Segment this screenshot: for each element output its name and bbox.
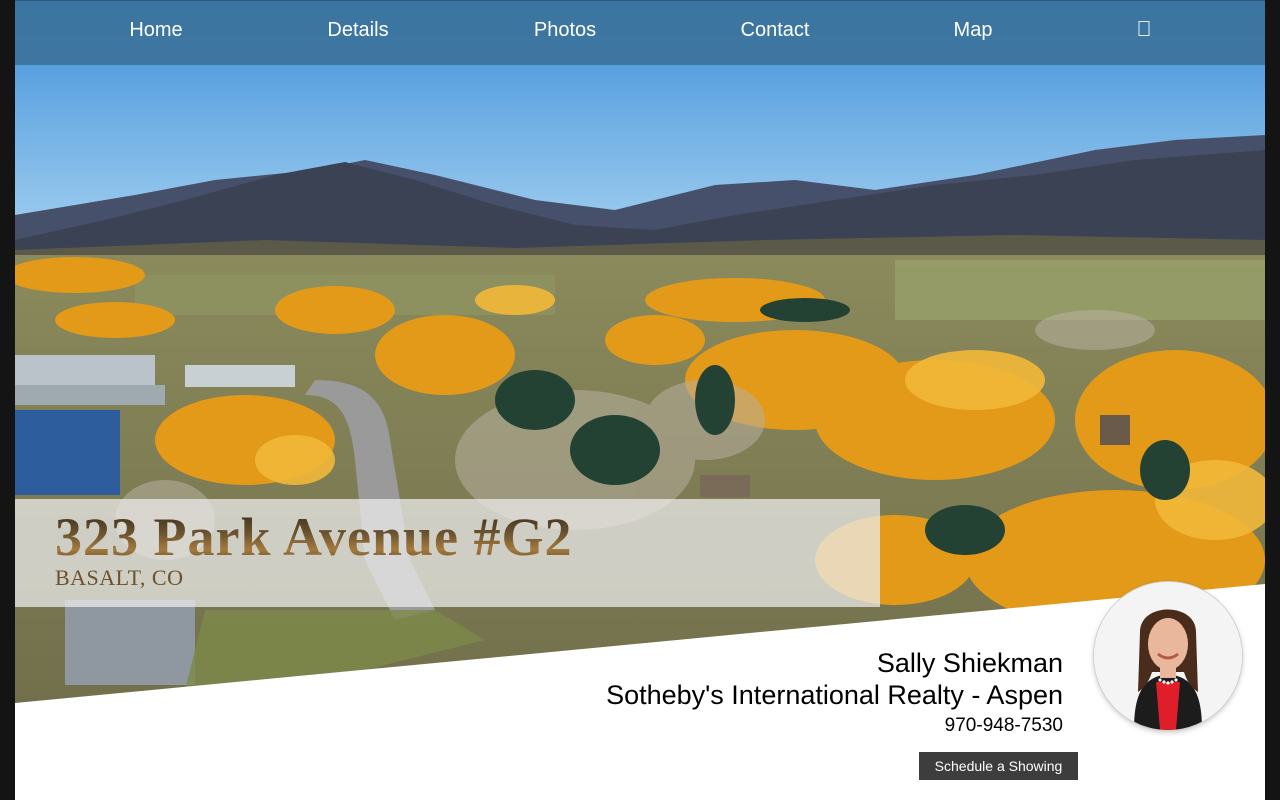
listing-city-state: BASALT, CO (55, 565, 184, 590)
schedule-showing-button[interactable]: Schedule a Showing (919, 752, 1078, 780)
nav-map[interactable]: Map (954, 17, 993, 43)
nav-photos[interactable]: Photos (534, 17, 596, 43)
top-nav: Home Details Photos Contact Map (15, 0, 1265, 65)
nav-details[interactable]: Details (327, 17, 388, 43)
square-icon[interactable] (1138, 17, 1150, 43)
page-frame: Home Details Photos Contact Map 323 Park… (15, 0, 1265, 800)
agent-avatar (1094, 582, 1242, 730)
nav-home[interactable]: Home (129, 17, 182, 43)
agent-phone[interactable]: 970-948-7530 (945, 715, 1063, 737)
agent-company: Sotheby's International Realty - Aspen (606, 680, 1063, 710)
agent-name: Sally Shiekman (876, 648, 1063, 678)
listing-address: 323 Park Avenue #G2 (55, 507, 573, 567)
nav-contact[interactable]: Contact (741, 17, 810, 43)
